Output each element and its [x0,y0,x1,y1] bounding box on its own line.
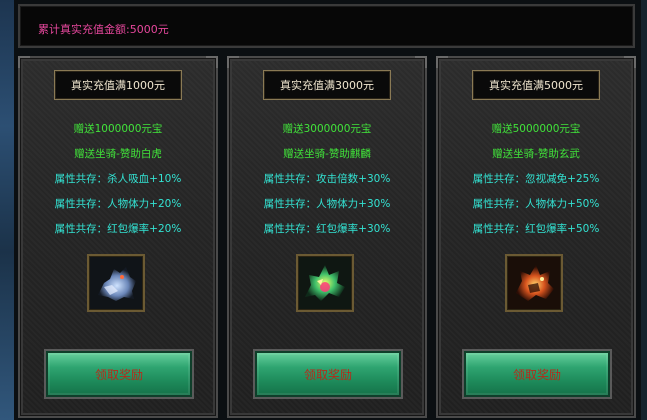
total-recharge-text: 累计真实充值金额:5000元 [38,23,169,36]
total-recharge-bar: 累计真实充值金额:5000元 [18,4,635,48]
mount-reward-text: 赠送坐骑-赞助白虎 [74,148,162,160]
reward-card-3000: 真实充值满3000元 赠送3000000元宝 赠送坐骑-赞助麒麟 属性共存：攻击… [227,56,427,418]
right-border-decoration [641,0,647,420]
qilin-mount-icon [296,254,354,312]
gold-reward-text: 赠送3000000元宝 [282,123,372,135]
reward-card-5000: 真实充值满5000元 赠送5000000元宝 赠送坐骑-赞助玄武 属性共存：忽视… [436,56,636,418]
card-title: 真实充值满3000元 [263,70,391,100]
attribute-line: 属性共存：人物体力+30% [263,198,391,210]
claim-reward-button[interactable]: 领取奖励 [253,349,403,399]
xuanwu-mount-icon [505,254,563,312]
card-title: 真实充值满1000元 [54,70,182,100]
attribute-line: 属性共存：攻击倍数+30% [263,173,391,185]
attribute-line: 属性共存：人物体力+50% [472,198,600,210]
attribute-line: 属性共存：红包爆率+20% [54,223,182,235]
attribute-line: 属性共存：杀人吸血+10% [54,173,182,185]
white-tiger-mount-icon [87,254,145,312]
attribute-line: 属性共存：红包爆率+50% [472,223,600,235]
card-title: 真实充值满5000元 [472,70,600,100]
claim-reward-button[interactable]: 领取奖励 [462,349,612,399]
attribute-line: 属性共存：人物体力+20% [54,198,182,210]
left-border-decoration [0,0,14,420]
attribute-line: 属性共存：忽视减免+25% [472,173,600,185]
mount-reward-text: 赠送坐骑-赞助麒麟 [283,148,371,160]
attribute-line: 属性共存：红包爆率+30% [263,223,391,235]
gold-reward-text: 赠送5000000元宝 [491,123,581,135]
gold-reward-text: 赠送1000000元宝 [73,123,163,135]
claim-reward-button[interactable]: 领取奖励 [44,349,194,399]
mount-reward-text: 赠送坐骑-赞助玄武 [492,148,580,160]
reward-card-1000: 真实充值满1000元 赠送1000000元宝 赠送坐骑-赞助白虎 属性共存：杀人… [18,56,218,418]
